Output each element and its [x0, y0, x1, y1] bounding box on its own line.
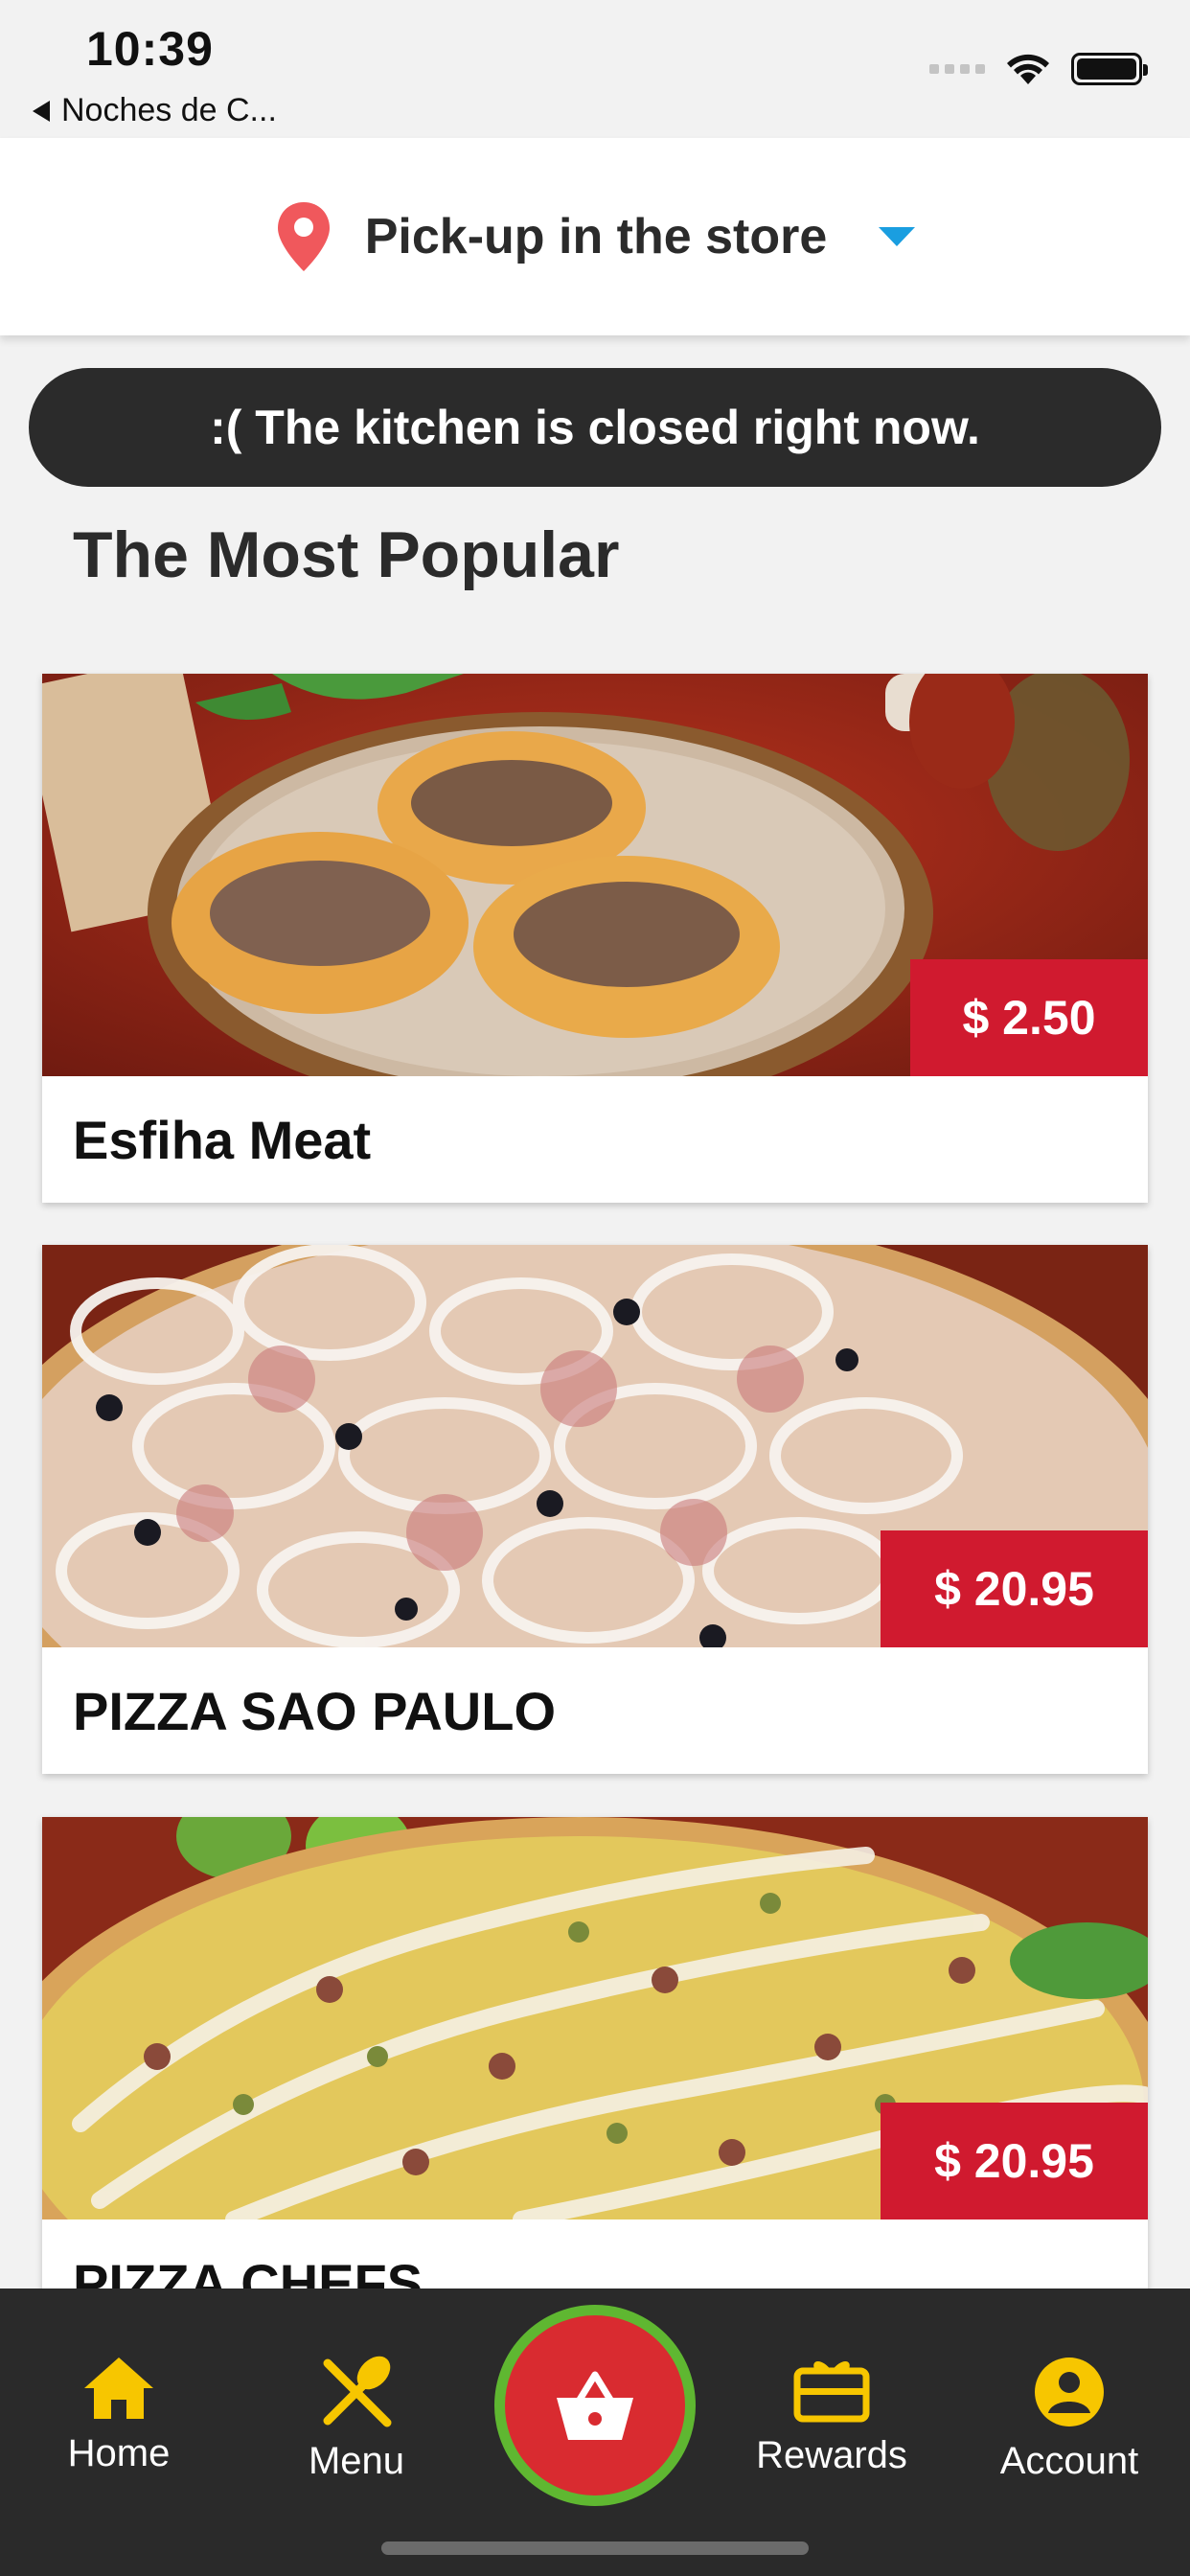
product-name: Esfiha Meat — [73, 1109, 372, 1170]
product-photo: $ 2.50 — [42, 674, 1148, 1076]
product-card-pizza-chefs[interactable]: $ 20.95 PIZZA CHEFS — [42, 1817, 1148, 2346]
back-arrow-icon — [33, 100, 50, 122]
pickup-label: Pick-up in the store — [364, 209, 828, 264]
nav-home[interactable]: Home — [23, 2356, 215, 2475]
back-to-app-link[interactable]: Noches de C... — [33, 92, 277, 129]
bottom-navigation: Home Menu Rewards Account — [0, 2288, 1190, 2576]
pickup-selector[interactable]: Pick-up in the store — [0, 138, 1190, 335]
section-title: The Most Popular — [73, 518, 620, 591]
nav-menu-label: Menu — [308, 2440, 405, 2482]
nav-rewards-label: Rewards — [756, 2434, 907, 2476]
status-bar: 10:39 Noches de C... — [0, 0, 1190, 138]
location-pin-icon — [277, 202, 330, 271]
price-tag: $ 20.95 — [881, 2103, 1148, 2220]
home-icon — [84, 2358, 153, 2419]
cart-button[interactable] — [494, 2305, 696, 2506]
nav-account[interactable]: Account — [973, 2356, 1165, 2483]
nav-rewards[interactable]: Rewards — [736, 2356, 927, 2477]
wifi-icon — [1007, 54, 1049, 84]
home-indicator — [381, 2542, 809, 2555]
status-time: 10:39 — [86, 22, 214, 76]
product-photo: $ 20.95 — [42, 1817, 1148, 2220]
account-icon — [1035, 2358, 1104, 2426]
kitchen-closed-banner: :( The kitchen is closed right now. — [29, 368, 1161, 487]
nav-account-label: Account — [999, 2440, 1139, 2482]
chevron-down-icon — [879, 227, 916, 246]
product-photo: $ 20.95 — [42, 1245, 1148, 1647]
product-card-pizza-sao-paulo[interactable]: $ 20.95 PIZZA SAO PAULO — [42, 1245, 1148, 1774]
price-tag: $ 2.50 — [910, 959, 1148, 1076]
battery-icon — [1071, 53, 1148, 85]
nav-menu[interactable]: Menu — [261, 2356, 452, 2483]
back-app-label: Noches de C... — [61, 92, 277, 128]
product-card-esfiha[interactable]: $ 2.50 Esfiha Meat — [42, 674, 1148, 1203]
nav-home-label: Home — [67, 2432, 171, 2474]
product-name: PIZZA SAO PAULO — [73, 1680, 556, 1741]
cellular-signal-icon — [929, 64, 985, 74]
fork-spoon-icon — [323, 2356, 392, 2427]
price-tag: $ 20.95 — [881, 1530, 1148, 1647]
gift-card-icon — [793, 2361, 870, 2423]
basket-icon — [557, 2371, 633, 2440]
status-indicators — [929, 52, 1148, 86]
